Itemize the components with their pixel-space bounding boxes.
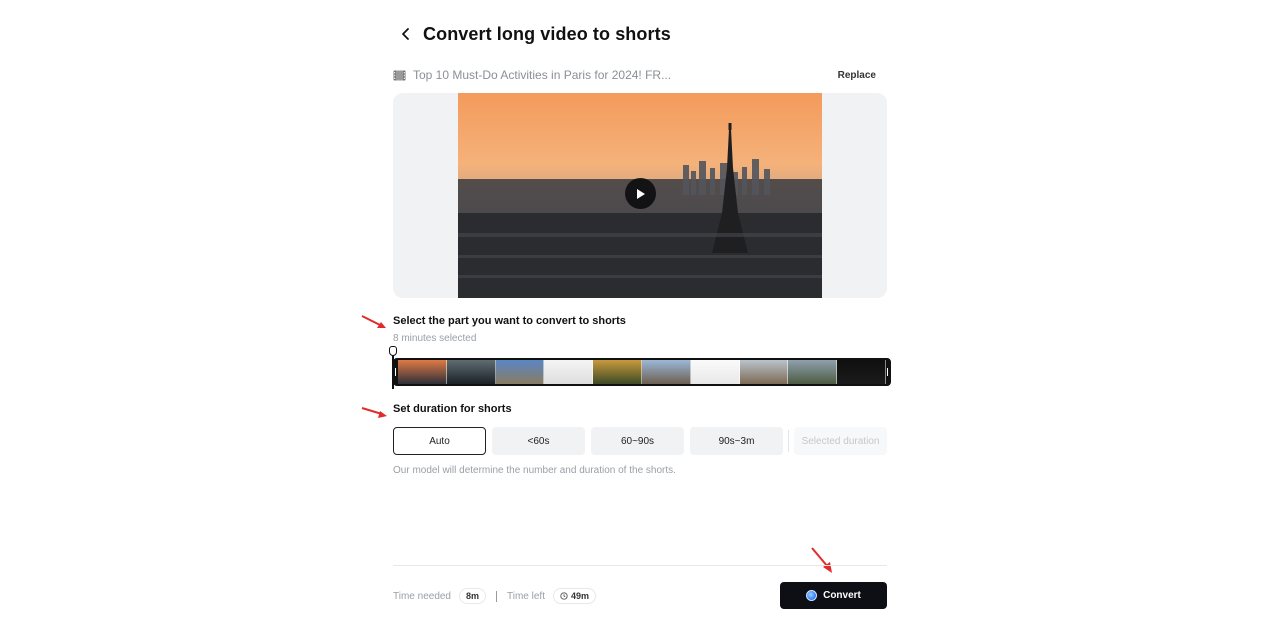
play-icon (637, 188, 645, 199)
time-left-badge: 49m (552, 588, 596, 604)
timeline-frame (690, 360, 740, 384)
time-left-label: Time left (507, 590, 545, 602)
page-header: Convert long video to shorts (393, 20, 671, 48)
time-needed-label: Time needed (393, 590, 451, 602)
timeline-frame (641, 360, 691, 384)
film-icon (393, 69, 407, 81)
source-video-row: Top 10 Must-Do Activities in Paris for 2… (393, 66, 887, 84)
selected-duration-text: 8 minutes selected (393, 333, 477, 344)
clock-icon (560, 592, 568, 600)
spark-dot-icon (806, 590, 818, 601)
timeline-frame (446, 360, 496, 384)
convert-button[interactable]: Convert (780, 582, 887, 609)
timeline-frame (837, 360, 886, 384)
timeline-end-handle[interactable] (886, 367, 889, 377)
timeline-frame (739, 360, 789, 384)
duration-option-90s-3m[interactable]: 90s~3m (690, 427, 783, 455)
time-info: Time needed 8m Time left 49m (393, 588, 596, 604)
annotation-arrow-icon (361, 315, 386, 328)
duration-option-custom[interactable]: Selected duration (794, 427, 887, 455)
timeline-start-handle[interactable] (394, 367, 397, 377)
chip-divider (788, 430, 789, 452)
time-left-value: 49m (570, 591, 589, 601)
time-needed-value: 8m (466, 591, 480, 601)
convert-label: Convert (823, 590, 861, 601)
timeline-frame (544, 360, 594, 384)
timeline-frame (495, 360, 545, 384)
source-video-name: Top 10 Must-Do Activities in Paris for 2… (413, 68, 672, 82)
timeline-frame (593, 360, 642, 384)
duration-option-under-60s[interactable]: <60s (492, 427, 585, 455)
part-section-title: Select the part you want to convert to s… (393, 315, 626, 327)
page-title: Convert long video to shorts (423, 23, 671, 44)
chevron-left-icon (402, 28, 409, 40)
timeline-frame (788, 360, 838, 384)
time-needed-badge: 8m (459, 588, 487, 604)
duration-section-title: Set duration for shorts (393, 403, 512, 415)
back-button[interactable] (393, 21, 419, 47)
replace-button[interactable]: Replace (838, 70, 876, 81)
duration-hint-text: Our model will determine the number and … (393, 465, 676, 476)
play-button[interactable] (625, 178, 656, 209)
footer-separator (496, 590, 498, 602)
duration-option-60-90s[interactable]: 60~90s (591, 427, 684, 455)
duration-options: Auto <60s 60~90s 90s~3m Selected duratio… (393, 427, 887, 455)
timeline-frame (398, 360, 447, 384)
annotation-arrow-icon (811, 547, 832, 573)
duration-option-auto[interactable]: Auto (393, 427, 486, 455)
footer-divider (393, 565, 887, 566)
annotation-arrow-icon (361, 407, 387, 418)
timeline-strip[interactable] (393, 358, 891, 386)
